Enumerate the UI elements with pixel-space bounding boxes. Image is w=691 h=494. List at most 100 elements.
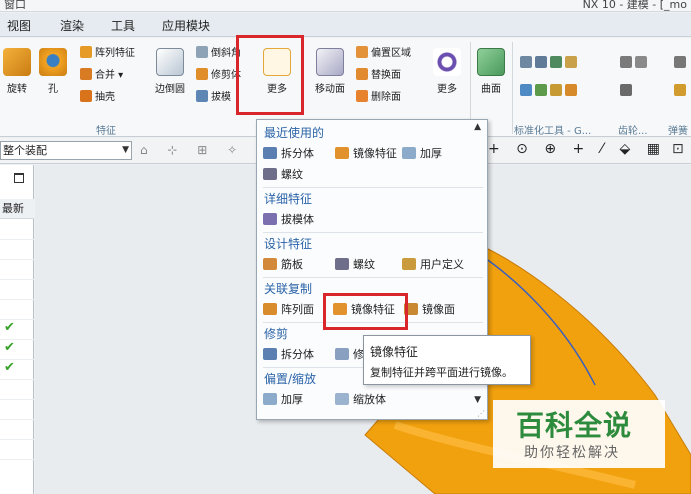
- resize-grip-icon[interactable]: ⋰: [477, 409, 485, 418]
- chamfer-button[interactable]: 倒斜角: [196, 46, 241, 62]
- navigator-row[interactable]: [0, 260, 34, 280]
- navigator-row[interactable]: [0, 240, 34, 260]
- draft-button[interactable]: 拔模: [196, 90, 231, 106]
- snap-toolbar-icons[interactable]: ⌂ ⊹ ⊞ ✧: [140, 143, 245, 157]
- standard-tool-icon: [550, 84, 562, 96]
- watermark-title: 百科全说: [516, 409, 633, 442]
- navigator-row[interactable]: ✔: [0, 360, 34, 380]
- group-gear-label[interactable]: 齿轮...: [618, 122, 648, 137]
- menu-item-pattern-face[interactable]: 阵列面: [263, 302, 314, 318]
- split-body-icon: [263, 348, 277, 360]
- pattern-feature-icon: [80, 46, 92, 58]
- replace-face-button[interactable]: 替换面: [356, 68, 401, 84]
- chevron-down-icon: ▼: [122, 145, 129, 155]
- menu-item-scale-body[interactable]: 缩放体: [335, 392, 386, 408]
- unite-button[interactable]: 合并 ▾: [80, 68, 123, 84]
- title-bar: 窗口 NX 10 - 建模 - [_mo: [0, 0, 691, 12]
- menu-tools[interactable]: 工具: [111, 17, 135, 34]
- menu-item-thread[interactable]: 螺纹: [335, 257, 375, 273]
- watermark: 百科全说 助你轻松解决: [493, 400, 665, 468]
- group-spring-label[interactable]: 弹簧: [668, 122, 688, 137]
- menu-item-trim-partial[interactable]: 修: [335, 347, 364, 363]
- delete-face-button[interactable]: 删除面: [356, 90, 401, 106]
- panel-maximize-icon[interactable]: [14, 173, 24, 183]
- trim-body-button[interactable]: 修剪体: [196, 68, 241, 84]
- revolve-button[interactable]: 旋转: [2, 48, 32, 95]
- spring-tool-icon-wrap2[interactable]: [674, 84, 689, 100]
- navigator-row[interactable]: [0, 220, 34, 240]
- move-face-label: 移动面: [315, 84, 345, 95]
- menu-item-split-body-trim[interactable]: 拆分体: [263, 347, 314, 363]
- edge-blend-label: 边倒圆: [155, 84, 185, 95]
- group-standard-tools-label[interactable]: 标准化工具 - G...: [514, 122, 591, 137]
- navigator-row[interactable]: ✔: [0, 320, 34, 340]
- edge-blend-icon: [156, 48, 184, 76]
- menu-item-split-body[interactable]: 拆分体: [263, 146, 314, 162]
- spring-tool-icon-wrap[interactable]: [674, 56, 689, 72]
- navigator-row[interactable]: [0, 440, 34, 460]
- window-menu-label[interactable]: 窗口: [4, 0, 26, 11]
- menu-item-draft-body[interactable]: 拔模体: [263, 212, 314, 228]
- assembly-filter-select[interactable]: 整个装配 ▼: [0, 141, 132, 160]
- replace-face-icon: [356, 68, 368, 80]
- highlight-more-button: [236, 35, 304, 115]
- navigator-row[interactable]: [0, 420, 34, 440]
- menu-item-thicken[interactable]: 加厚: [263, 392, 303, 408]
- gear-tools-icons-row2[interactable]: [620, 84, 635, 100]
- mirror-feature-tooltip: 镜像特征 复制特征并跨平面进行镜像。: [363, 335, 531, 385]
- navigator-row[interactable]: [0, 400, 34, 420]
- menu-view[interactable]: 视图: [7, 17, 31, 34]
- view-tool-icon[interactable]: ⊡: [672, 141, 684, 157]
- surface-label: 曲面: [481, 84, 501, 95]
- more-sync-button[interactable]: 更多: [432, 48, 462, 95]
- scroll-down-arrow[interactable]: ▼: [474, 395, 481, 405]
- menu-separator: [263, 187, 483, 188]
- menu-item-rib[interactable]: 筋板: [263, 257, 303, 273]
- move-face-button[interactable]: 移动面: [310, 48, 350, 95]
- hole-icon: [39, 48, 67, 76]
- edge-blend-button[interactable]: 边倒圆: [150, 48, 190, 95]
- navigator-row[interactable]: [0, 380, 34, 400]
- unite-icon: [80, 68, 92, 80]
- revolve-icon: [3, 48, 31, 76]
- standard-tools-icons-row2[interactable]: [520, 84, 580, 100]
- pattern-feature-button[interactable]: 阵列特征: [80, 46, 135, 62]
- gear-tools-icons[interactable]: [620, 56, 650, 72]
- section-trim: 修剪: [264, 327, 289, 341]
- gear-tool-icon: [635, 56, 647, 68]
- gear-tool-icon: [620, 56, 632, 68]
- navigator-row[interactable]: [0, 300, 34, 320]
- menu-separator: [263, 232, 483, 233]
- menu-item-user-defined[interactable]: 用户定义: [402, 257, 464, 273]
- rib-icon: [263, 258, 277, 270]
- scale-body-icon: [335, 393, 349, 405]
- thicken-icon: [402, 147, 416, 159]
- surface-button[interactable]: 曲面: [474, 48, 508, 95]
- menu-application[interactable]: 应用模块: [162, 17, 210, 34]
- menu-item-thicken-recent[interactable]: 加厚: [402, 146, 442, 162]
- snap-point-icons[interactable]: + ⊙ ⊕ + ⁄ ⬙ ▦: [488, 141, 666, 157]
- navigator-row[interactable]: ✔: [0, 340, 34, 360]
- menu-item-mirror-face[interactable]: 镜像面: [404, 302, 455, 318]
- chamfer-icon: [196, 46, 208, 58]
- draft-body-icon: [263, 213, 277, 225]
- menu-item-thread-recent[interactable]: 螺纹: [263, 167, 303, 183]
- offset-region-button[interactable]: 偏置区域: [356, 46, 411, 62]
- revolve-label: 旋转: [7, 84, 27, 95]
- tooltip-description: 复制特征并跨平面进行镜像。: [370, 366, 513, 379]
- scroll-up-arrow[interactable]: ▲: [474, 122, 481, 132]
- hole-button[interactable]: 孔: [36, 48, 70, 95]
- spring-tool-icon: [674, 84, 686, 96]
- surface-icon: [477, 48, 505, 76]
- highlight-mirror-feature: [323, 293, 408, 330]
- navigator-row[interactable]: [0, 280, 34, 300]
- thicken-icon: [263, 393, 277, 405]
- draft-icon: [196, 90, 208, 102]
- shell-button[interactable]: 抽壳: [80, 90, 115, 106]
- navigator-column-header[interactable]: 最新: [0, 199, 34, 219]
- standard-tools-icons[interactable]: [520, 56, 580, 72]
- section-recent: 最近使用的: [264, 126, 325, 140]
- menu-separator: [263, 277, 483, 278]
- menu-item-mirror-feature-recent[interactable]: 镜像特征: [335, 146, 397, 162]
- menu-render[interactable]: 渲染: [60, 17, 84, 34]
